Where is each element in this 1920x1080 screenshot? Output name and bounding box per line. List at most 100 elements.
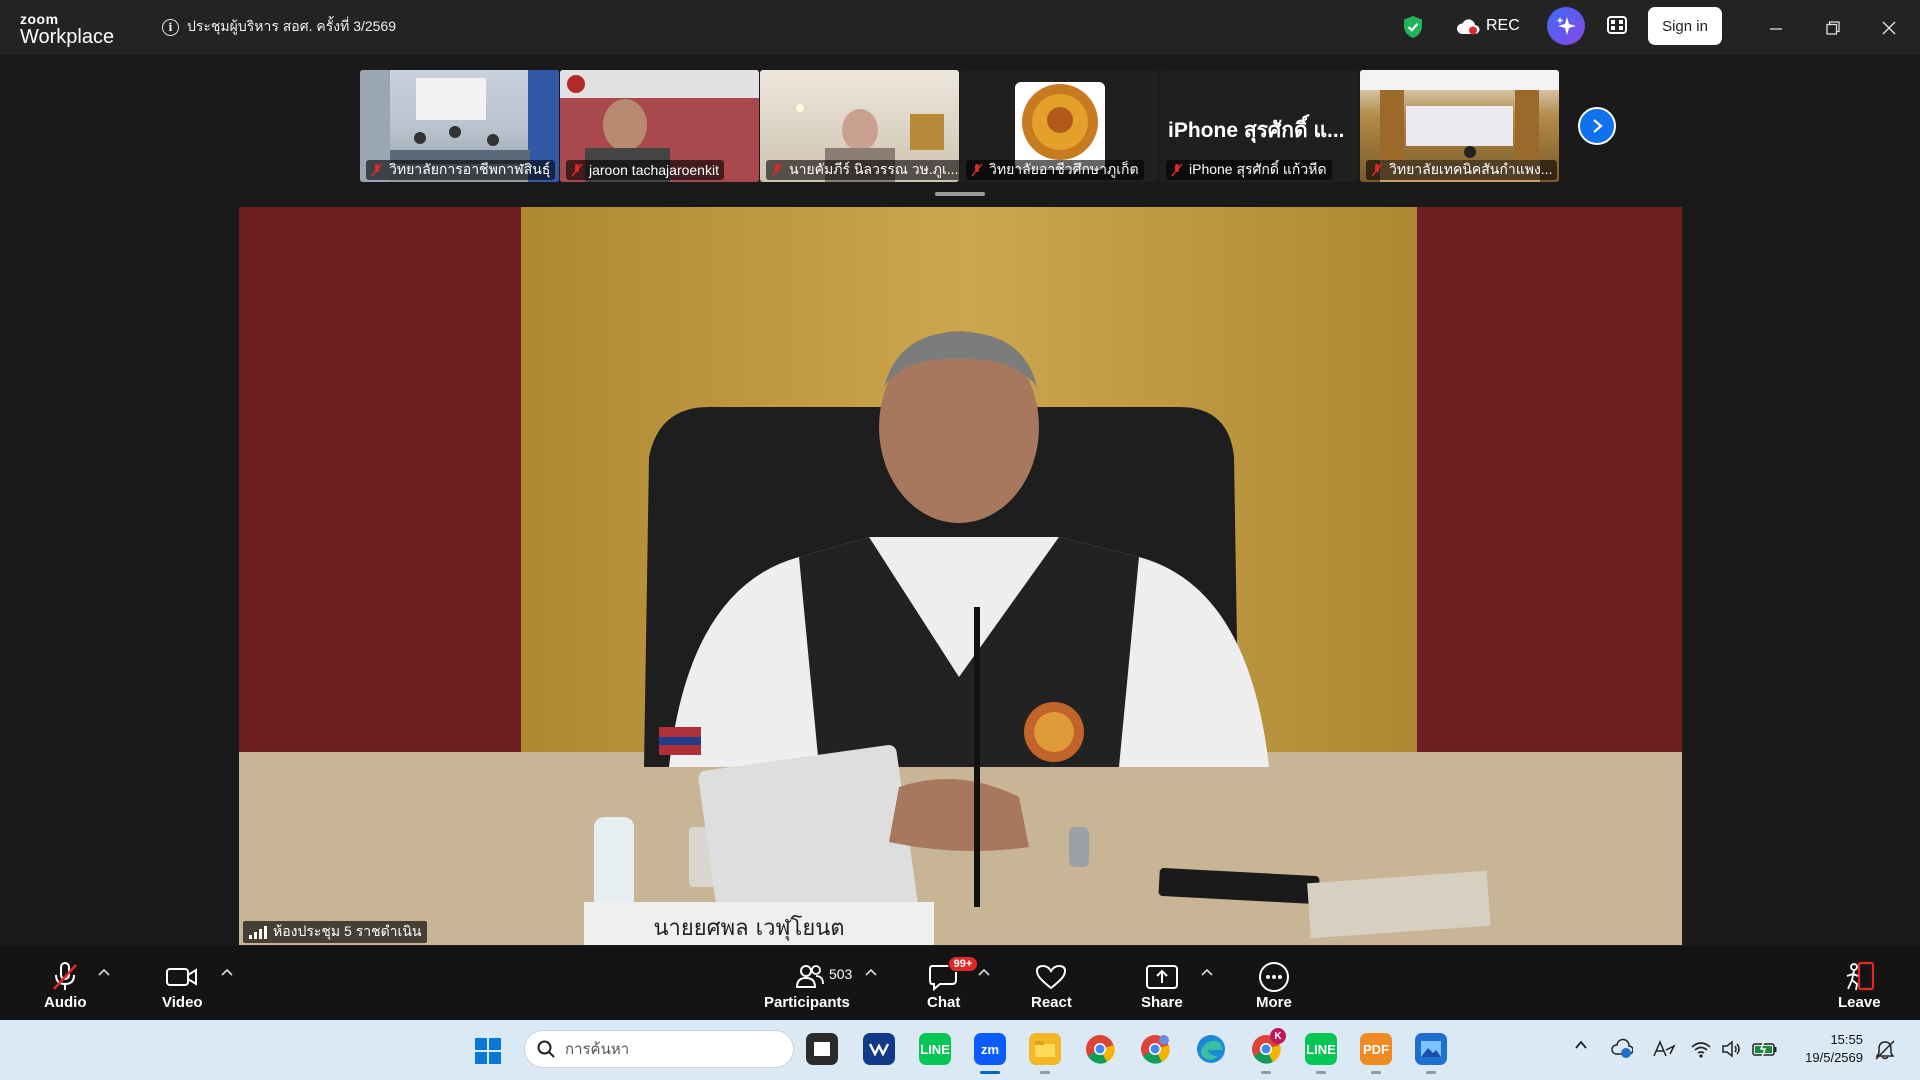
taskbar-search-box[interactable]: การค้นหา [524, 1030, 794, 1068]
running-indicator [1426, 1071, 1436, 1074]
chrome-app-icon[interactable] [1084, 1033, 1116, 1065]
chat-unread-badge: 99+ [947, 956, 979, 972]
sparkle-icon [1556, 17, 1576, 35]
chat-bubble-icon: 99+ [928, 956, 979, 994]
task-view-icon[interactable] [806, 1033, 838, 1065]
start-button[interactable] [474, 1037, 502, 1070]
react-button[interactable]: React [1031, 960, 1072, 1011]
mic-muted-icon [971, 163, 983, 177]
running-indicator [980, 1071, 1000, 1074]
battery-charging-icon[interactable] [1752, 1038, 1778, 1060]
minimize-icon [1770, 28, 1782, 30]
mic-muted-icon [1371, 163, 1383, 177]
participant-tile[interactable]: jaroon tachajaroenkit [560, 70, 759, 182]
active-speaker-video: นายยศพล เวฬุโยนต ห้องประชุม 5 ราชดำเนิน [239, 207, 1682, 945]
line-app-icon[interactable]: LINE [919, 1033, 951, 1065]
audio-options-chevron-up-icon[interactable] [98, 968, 110, 976]
zoom-app-icon[interactable]: zm [974, 1033, 1006, 1074]
show-hidden-icons-chevron-up-icon[interactable] [1574, 1038, 1588, 1052]
clock-time: 15:55 [1830, 1032, 1863, 1047]
wifi-icon[interactable] [1690, 1038, 1712, 1060]
share-screen-icon [1145, 960, 1179, 994]
heart-icon [1035, 960, 1067, 994]
rec-label: REC [1486, 17, 1520, 34]
profile-badge: K [1270, 1028, 1286, 1044]
info-icon[interactable]: i [162, 18, 179, 36]
ai-companion-button[interactable] [1547, 7, 1585, 45]
close-button[interactable] [1877, 16, 1901, 40]
participant-name-label: นายคัมภีร์ นิลวรรณ วษ.ภูเ... [766, 160, 959, 180]
recording-indicator[interactable]: REC [1456, 17, 1520, 35]
restore-icon [1826, 21, 1840, 35]
close-icon [1882, 21, 1896, 35]
logo-workplace-text: Workplace [20, 26, 115, 48]
participant-name-label: วิทยาลัยอาชีวศึกษาภูเก็ต [966, 160, 1144, 180]
participant-tile[interactable]: วิทยาลัยการอาชีพกาฬสินธุ์ [360, 70, 559, 182]
zoom-logo: zoom Workplace [20, 12, 114, 47]
next-page-button[interactable] [1578, 107, 1616, 145]
participants-options-chevron-up-icon[interactable] [865, 968, 877, 976]
onedrive-status-icon[interactable] [1611, 1038, 1633, 1060]
mic-muted-icon [371, 163, 383, 177]
running-indicator [1371, 1071, 1381, 1074]
more-button[interactable]: More [1256, 960, 1292, 1011]
video-options-chevron-up-icon[interactable] [221, 968, 233, 976]
mic-muted-icon [1171, 163, 1183, 177]
share-options-chevron-up-icon[interactable] [1201, 968, 1213, 976]
file-explorer-icon[interactable] [1029, 1033, 1061, 1074]
participant-name-label: jaroon tachajaroenkit [566, 160, 724, 180]
leave-button[interactable]: Leave [1838, 960, 1881, 1011]
logo-zoom-text: zoom [20, 11, 59, 27]
line-app-icon-2[interactable]: LINE [1305, 1033, 1337, 1074]
system-clock[interactable]: 15:55 19/5/2569 [1795, 1031, 1863, 1067]
audio-button[interactable]: Audio [44, 960, 87, 1011]
title-bar: zoom Workplace i ประชุมผู้บริหาร สอศ. คร… [0, 0, 1920, 55]
running-indicator [1261, 1071, 1271, 1074]
chrome-profile-app-icon[interactable] [1139, 1033, 1171, 1065]
apps-button[interactable] [1606, 14, 1628, 41]
webex-app-icon[interactable] [863, 1033, 895, 1065]
leave-door-icon [1842, 960, 1876, 994]
participant-name-label: วิทยาลัยการอาชีพกาฬสินธุ์ [366, 160, 556, 180]
photos-app-icon[interactable] [1415, 1033, 1447, 1074]
restore-button[interactable] [1821, 16, 1845, 40]
running-indicator [1316, 1071, 1326, 1074]
edge-browser-icon[interactable] [1195, 1033, 1227, 1065]
share-button[interactable]: Share [1141, 960, 1183, 1011]
participant-tile[interactable]: iPhone สุรศักดิ์ แ... iPhone สุรศักดิ์ แ… [1160, 70, 1359, 182]
signal-strength-icon [249, 925, 267, 939]
chat-options-chevron-up-icon[interactable] [978, 968, 990, 976]
volume-icon[interactable] [1720, 1038, 1742, 1060]
sign-in-button[interactable]: Sign in [1648, 7, 1722, 45]
search-icon [537, 1040, 555, 1058]
more-options-icon [1258, 960, 1290, 994]
apps-grid-icon [1607, 16, 1627, 34]
participant-thumbnail-strip: วิทยาลัยการอาชีพกาฬสินธุ์ jaroon tachaja… [360, 70, 1560, 182]
windows-logo-icon [475, 1038, 501, 1064]
meeting-title: ประชุมผู้บริหาร สอศ. ครั้งที่ 3/2569 [187, 18, 397, 34]
chat-button[interactable]: 99+ Chat [927, 956, 979, 1011]
minimize-button[interactable] [1764, 16, 1788, 40]
participant-tile[interactable]: วิทยาลัยเทคนิคสันกำแพง... [1360, 70, 1559, 182]
cloud-record-icon [1456, 18, 1480, 34]
participants-button[interactable]: 503 Participants [764, 960, 853, 1011]
pdf-reader-icon[interactable]: PDF [1360, 1033, 1392, 1074]
video-button[interactable]: Video [162, 960, 203, 1011]
meeting-info[interactable]: i ประชุมผู้บริหาร สอศ. ครั้งที่ 3/2569 [162, 16, 396, 38]
windows-taskbar: การค้นหา LINE zm K LINE PDF 15:55 19/5/2… [0, 1020, 1920, 1080]
mic-muted-icon [50, 960, 80, 994]
mic-muted-icon [571, 163, 583, 177]
participant-tile[interactable]: นายคัมภีร์ นิลวรรณ วษ.ภูเ... [760, 70, 959, 182]
video-camera-icon [165, 960, 199, 994]
participant-tile[interactable]: วิทยาลัยอาชีวศึกษาภูเก็ต [960, 70, 1159, 182]
chrome-badged-app-icon[interactable]: K [1250, 1028, 1286, 1074]
notification-bell-icon[interactable] [1874, 1039, 1896, 1061]
encryption-shield-icon[interactable] [1402, 15, 1424, 44]
participant-name-label: iPhone สุรศักดิ์ แก้วหีด [1166, 160, 1332, 180]
participant-count: 503 [828, 966, 853, 982]
strip-resize-handle[interactable] [935, 192, 985, 196]
participant-name-label: วิทยาลัยเทคนิคสันกำแพง... [1366, 160, 1558, 180]
input-method-icon[interactable] [1650, 1038, 1676, 1060]
speaker-video-image: นายยศพล เวฬุโยนต [239, 207, 1682, 945]
search-placeholder: การค้นหา [565, 1041, 630, 1058]
